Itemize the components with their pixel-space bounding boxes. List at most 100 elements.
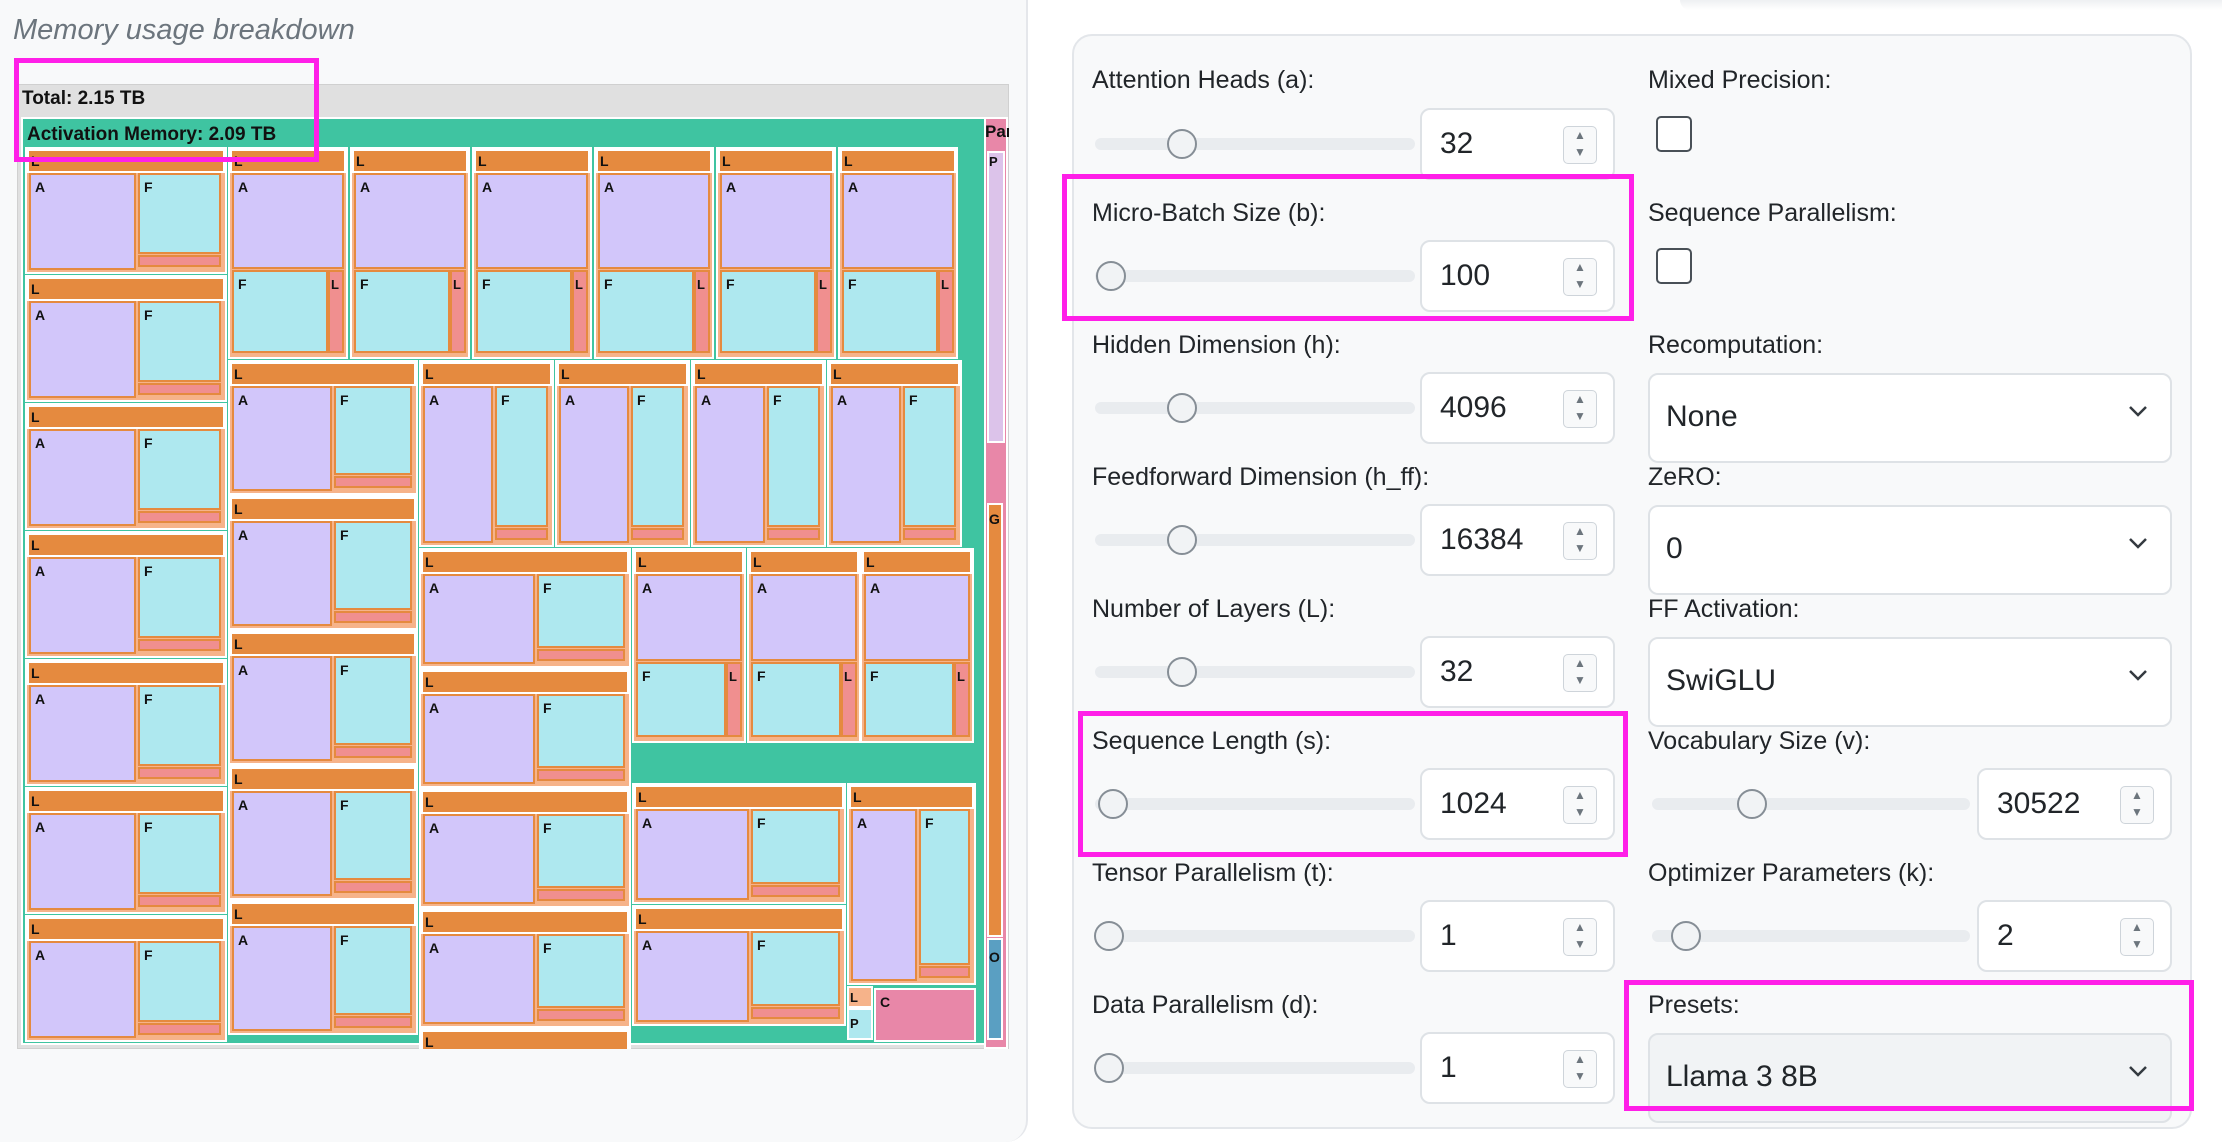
layer-label: L — [425, 1034, 434, 1049]
stepper-icon[interactable]: ▲ ▼ — [1563, 918, 1597, 956]
mixed-precision-checkbox[interactable] — [1656, 116, 1692, 152]
feedforward-label: F — [144, 819, 153, 835]
tensor-par-slider-thumb[interactable] — [1094, 921, 1124, 951]
stepper-icon[interactable]: ▲ ▼ — [1563, 1050, 1597, 1088]
hidden-dim-slider-thumb[interactable] — [1167, 393, 1197, 423]
layer-label: L — [833, 366, 842, 382]
optimizer-params-slider-thumb[interactable] — [1671, 921, 1701, 951]
attention-block — [636, 931, 749, 1022]
stepper-icon[interactable]: ▲ ▼ — [1563, 126, 1597, 164]
attention-label: A — [642, 815, 652, 831]
attention-label: A — [35, 819, 45, 835]
layer-label: L — [356, 153, 365, 169]
ff-activation-select[interactable]: SwiGLU — [1648, 637, 2172, 727]
stepper-icon[interactable]: ▲ ▼ — [2120, 786, 2154, 824]
recomputation-select[interactable]: None — [1648, 373, 2172, 463]
highlight-micro-batch-box — [1062, 174, 1634, 321]
vocab-size-slider[interactable] — [1652, 798, 1970, 810]
attention-heads-input[interactable]: 32 ▲ ▼ — [1420, 108, 1615, 180]
layer-label: L — [453, 277, 461, 292]
attention-block — [476, 173, 588, 269]
stepper-icon[interactable]: ▲ ▼ — [1563, 390, 1597, 428]
attention-label: A — [701, 392, 711, 408]
num-layers-slider[interactable] — [1095, 666, 1415, 678]
highlight-seq-len-box — [1078, 711, 1628, 857]
data-par-slider[interactable] — [1095, 1062, 1415, 1074]
attention-label: A — [35, 179, 45, 195]
num-layers-input[interactable]: 32 ▲ ▼ — [1420, 636, 1615, 708]
feedforward-label: F — [340, 797, 349, 813]
layer-norm-block — [138, 767, 221, 779]
seq-parallelism-label: Sequence Parallelism: — [1648, 199, 1897, 227]
attention-label: A — [238, 392, 248, 408]
optimizer-params-input[interactable]: 2 ▲ ▼ — [1977, 900, 2172, 972]
zero-select[interactable]: 0 — [1648, 505, 2172, 595]
gradient-memory-label: G — [989, 511, 1000, 527]
attention-label: A — [642, 580, 652, 596]
num-layers-slider-thumb[interactable] — [1167, 657, 1197, 687]
layer-norm-block — [334, 1016, 412, 1028]
highlight-total-box — [14, 58, 319, 162]
feedforward-label: F — [604, 276, 613, 292]
memory-panel: Memory usage breakdown Total: 2.15 TB Act… — [0, 0, 1028, 1142]
attention-block — [842, 173, 954, 269]
layer-header — [27, 789, 225, 813]
zero-label: ZeRO: — [1648, 463, 1722, 491]
layer-header — [27, 661, 225, 685]
layer-label: L — [844, 669, 852, 684]
stepper-icon[interactable]: ▲ ▼ — [2120, 918, 2154, 956]
layer-header — [27, 405, 225, 429]
recomputation-value: None — [1666, 400, 1738, 433]
optimizer-params-label: Optimizer Parameters (k): — [1648, 859, 1935, 887]
layer-header — [230, 497, 416, 521]
attention-block — [636, 809, 749, 900]
attention-block — [851, 809, 917, 981]
ff-activation-label: FF Activation: — [1648, 595, 1800, 623]
feedforward-label: F — [642, 668, 651, 684]
attention-label: A — [604, 179, 614, 195]
layer-norm-block — [767, 528, 820, 540]
layer-label: L — [697, 277, 705, 292]
layer-header — [634, 907, 844, 931]
feedforward-label: F — [848, 276, 857, 292]
seq-parallelism-checkbox[interactable] — [1656, 248, 1692, 284]
stepper-icon[interactable]: ▲ ▼ — [1563, 654, 1597, 692]
ff-dim-slider[interactable] — [1095, 534, 1415, 546]
ff-dim-input[interactable]: 16384 ▲ ▼ — [1420, 504, 1615, 576]
tensor-par-input[interactable]: 1 ▲ ▼ — [1420, 900, 1615, 972]
feedforward-label: F — [757, 668, 766, 684]
layer-label: L — [234, 501, 243, 517]
layer-header — [862, 550, 972, 574]
attention-label: A — [848, 179, 858, 195]
layer-header — [421, 362, 552, 386]
attention-label: A — [870, 580, 880, 596]
feedforward-label: F — [501, 392, 510, 408]
layer-norm-block — [138, 895, 221, 907]
layer-norm-block — [537, 649, 625, 661]
layer-label: L — [425, 674, 434, 690]
attention-label: A — [429, 700, 439, 716]
layer-norm-block — [495, 528, 548, 540]
hidden-dim-slider[interactable] — [1095, 402, 1415, 414]
layer-norm-block — [334, 611, 412, 623]
attention-block — [751, 574, 857, 661]
data-par-input[interactable]: 1 ▲ ▼ — [1420, 1032, 1615, 1104]
layer-label: L — [722, 153, 731, 169]
ff-activation-value: SwiGLU — [1666, 664, 1777, 697]
ff-dim-slider-thumb[interactable] — [1167, 525, 1197, 555]
hidden-dim-input[interactable]: 4096 ▲ ▼ — [1420, 372, 1615, 444]
vocab-size-slider-thumb[interactable] — [1737, 789, 1767, 819]
data-par-slider-thumb[interactable] — [1094, 1053, 1124, 1083]
attention-label: A — [35, 563, 45, 579]
parameter-memory-label: Par — [985, 122, 1009, 141]
feedforward-label: F — [144, 563, 153, 579]
stepper-icon[interactable]: ▲ ▼ — [1563, 522, 1597, 560]
layer-label: L — [957, 669, 965, 684]
vocab-size-input[interactable]: 30522 ▲ ▼ — [1977, 768, 2172, 840]
parameter-sub-label: P — [989, 154, 998, 169]
attention-label: A — [482, 179, 492, 195]
tensor-par-slider[interactable] — [1095, 930, 1415, 942]
layer-label: L — [753, 554, 762, 570]
attention-heads-slider[interactable] — [1095, 138, 1415, 150]
attention-heads-slider-thumb[interactable] — [1167, 129, 1197, 159]
